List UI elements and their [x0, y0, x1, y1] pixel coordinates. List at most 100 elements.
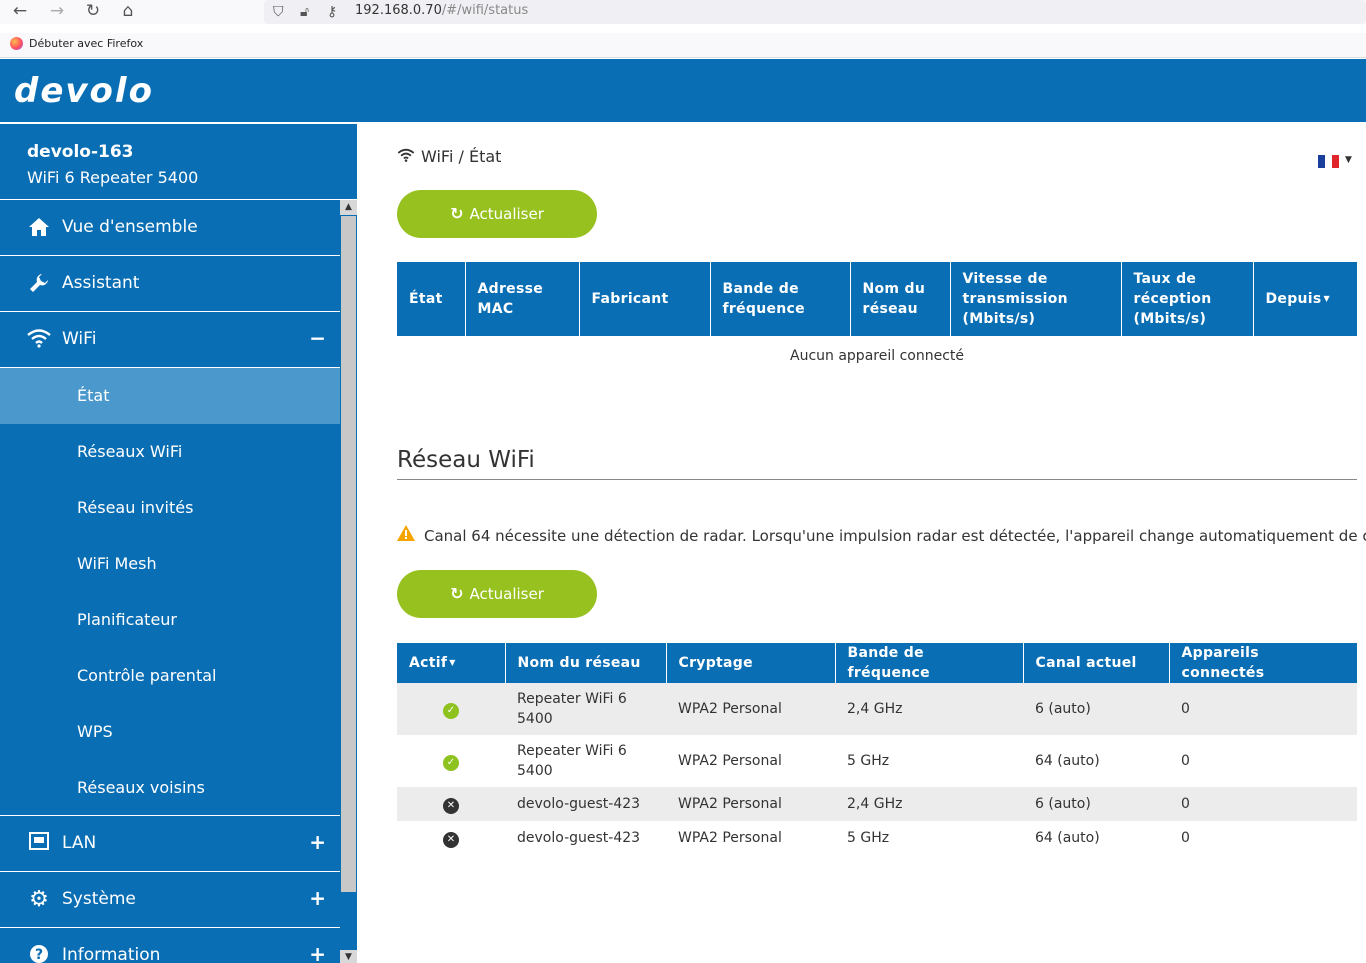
col-active[interactable]: Actif ▼	[397, 643, 506, 683]
ssid-cell: devolo-guest-423	[517, 830, 641, 846]
refresh-icon: ↻	[450, 584, 464, 603]
sidebar-item-label: Assistant	[62, 273, 140, 293]
bookmark-link[interactable]: Débuter avec Firefox	[29, 37, 143, 50]
x-circle-icon: ✕	[443, 798, 459, 814]
flag-fr-icon[interactable]	[1318, 155, 1340, 168]
devolo-logo[interactable]: devolo	[14, 71, 154, 111]
device-model: WiFi 6 Repeater 5400	[27, 168, 199, 187]
active-cell: ✓	[397, 683, 505, 735]
browser-toolbar: ← → ↻ ⌂ ⛉ 🔓︎ ⚷ 192.168.0.70/#/wifi/statu…	[0, 0, 1366, 24]
url-text[interactable]: 192.168.0.70/#/wifi/status	[355, 3, 528, 18]
sidebar-item-information[interactable]: ? Information +	[0, 928, 340, 963]
expand-icon[interactable]: +	[309, 886, 326, 910]
main-content: WiFi / État ▼ ↻ Actualiser État Adresse M…	[357, 122, 1366, 963]
band-cell: 2,4 GHz	[847, 701, 903, 717]
radar-warning: Canal 64 nécessite une détection de rada…	[397, 525, 1366, 546]
devices-cell: 0	[1181, 753, 1190, 769]
sidebar: devolo-163 WiFi 6 Repeater 5400 Vue d'en…	[0, 122, 357, 963]
sidebar-item-label: Vue d'ensemble	[62, 217, 198, 237]
devices-table: État Adresse MAC Fabricant Bande de fréq…	[397, 262, 1357, 336]
table-row: ✕ devolo-guest-423 WPA2 Personal 5 GHz 6…	[397, 821, 1357, 855]
divider	[397, 479, 1357, 480]
active-cell: ✓	[397, 735, 505, 787]
lock-icon[interactable]: 🔓︎	[300, 1, 309, 23]
sidebar-item-system[interactable]: ⚙ Système +	[0, 872, 340, 928]
home-icon[interactable]: ⌂	[116, 0, 140, 22]
device-info: devolo-163 WiFi 6 Repeater 5400	[0, 124, 357, 200]
refresh-devices-button[interactable]: ↻ Actualiser	[397, 190, 597, 238]
sidebar-subitem-status[interactable]: État	[0, 368, 340, 424]
sort-caret-icon: ▼	[449, 658, 456, 667]
col-ssid[interactable]: Nom du réseau	[850, 262, 951, 336]
gear-icon: ⚙	[29, 887, 49, 912]
sidebar-scrollbar[interactable]: ▲ ▼	[340, 200, 357, 963]
devices-cell: 0	[1181, 701, 1190, 717]
col-status[interactable]: État	[397, 262, 466, 336]
wifi-icon	[27, 328, 51, 352]
sidebar-item-label: WiFi	[62, 329, 97, 349]
table-row: ✓ Repeater WiFi 6 5400 WPA2 Personal 2,4…	[397, 683, 1357, 735]
encryption-cell: WPA2 Personal	[678, 830, 782, 846]
col-tx-rate[interactable]: Vitesse de transmission (Mbits/s)	[950, 262, 1122, 336]
band-cell: 5 GHz	[847, 753, 890, 769]
sidebar-item-wifi[interactable]: WiFi −	[0, 312, 340, 368]
ssid-cell: devolo-guest-423	[517, 796, 641, 812]
reload-icon[interactable]: ↻	[81, 0, 105, 22]
collapse-icon[interactable]: −	[309, 326, 326, 350]
chevron-down-icon[interactable]: ▼	[1345, 155, 1352, 165]
col-channel[interactable]: Canal actuel	[1023, 643, 1170, 683]
col-band[interactable]: Bande de fréquence	[710, 262, 851, 336]
sidebar-item-label: Information	[62, 945, 161, 963]
sidebar-item-overview[interactable]: Vue d'ensemble	[0, 200, 340, 256]
encryption-cell: WPA2 Personal	[678, 753, 782, 769]
sort-caret-icon: ▼	[1323, 294, 1330, 303]
sidebar-subitem-parental-control[interactable]: Contrôle parental	[0, 648, 340, 704]
scroll-up-icon[interactable]: ▲	[340, 200, 357, 215]
back-icon[interactable]: ←	[8, 0, 32, 22]
check-circle-icon: ✓	[443, 755, 459, 771]
channel-cell: 64 (auto)	[1035, 753, 1100, 769]
col-mac[interactable]: Adresse MAC	[465, 262, 580, 336]
col-encryption[interactable]: Cryptage	[666, 643, 836, 683]
encryption-cell: WPA2 Personal	[678, 701, 782, 717]
home-icon	[27, 216, 51, 240]
sidebar-item-label: Système	[62, 889, 136, 909]
active-cell: ✕	[397, 787, 505, 821]
col-band[interactable]: Bande de fréquence	[835, 643, 1024, 683]
firefox-icon	[10, 37, 23, 50]
sidebar-subitem-wifi-mesh[interactable]: WiFi Mesh	[0, 536, 340, 592]
col-since[interactable]: Depuis ▼	[1253, 262, 1357, 336]
sidebar-item-lan[interactable]: LAN +	[0, 816, 340, 872]
col-connected-devices[interactable]: Appareils connectés	[1169, 643, 1357, 683]
col-ssid[interactable]: Nom du réseau	[505, 643, 667, 683]
forward-icon[interactable]: →	[45, 0, 69, 22]
ssid-cell: Repeater WiFi 6 5400	[517, 743, 627, 779]
expand-icon[interactable]: +	[309, 942, 326, 963]
sidebar-subitem-guest-network[interactable]: Réseau invités	[0, 480, 340, 536]
refresh-icon: ↻	[450, 204, 464, 223]
sidebar-subitem-neighbor-networks[interactable]: Réseaux voisins	[0, 760, 340, 816]
encryption-cell: WPA2 Personal	[678, 796, 782, 812]
sidebar-subitem-wifi-networks[interactable]: Réseaux WiFi	[0, 424, 340, 480]
scroll-thumb[interactable]	[341, 216, 356, 892]
table-header-row: État Adresse MAC Fabricant Bande de fréq…	[397, 262, 1357, 336]
sidebar-subitem-scheduler[interactable]: Planificateur	[0, 592, 340, 648]
empty-message: Aucun appareil connecté	[790, 348, 964, 364]
col-rx-rate[interactable]: Taux de réception (Mbits/s)	[1121, 262, 1254, 336]
channel-cell: 64 (auto)	[1035, 830, 1100, 846]
bookmarks-bar: Débuter avec Firefox	[0, 33, 1366, 58]
breadcrumb-text: WiFi / État	[421, 147, 502, 166]
sidebar-subitem-wps[interactable]: WPS	[0, 704, 340, 760]
channel-cell: 6 (auto)	[1035, 701, 1091, 717]
devices-cell: 0	[1181, 830, 1190, 846]
sidebar-item-assistant[interactable]: Assistant	[0, 256, 340, 312]
refresh-networks-button[interactable]: ↻ Actualiser	[397, 570, 597, 618]
sidebar-item-label: LAN	[62, 833, 97, 853]
key-icon[interactable]: ⚷	[327, 1, 337, 23]
scroll-down-icon[interactable]: ▼	[340, 950, 357, 963]
col-manufacturer[interactable]: Fabricant	[579, 262, 711, 336]
table-header-row: Actif ▼ Nom du réseau Cryptage Bande de f…	[397, 643, 1357, 683]
shield-icon[interactable]: ⛉	[273, 1, 284, 23]
band-cell: 2,4 GHz	[847, 796, 903, 812]
expand-icon[interactable]: +	[309, 830, 326, 854]
